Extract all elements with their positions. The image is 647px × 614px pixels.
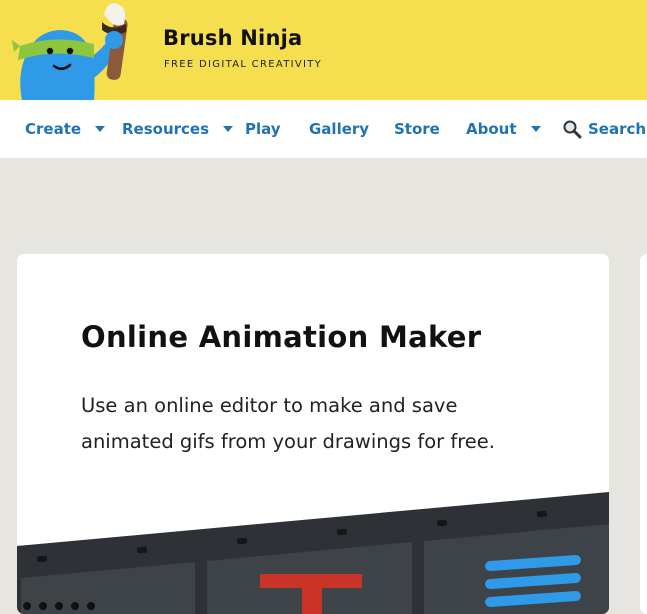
ninja-mascot-icon[interactable] — [10, 0, 140, 100]
page-title: Online Animation Maker — [81, 320, 482, 354]
hero-card: Online Animation Maker Use an online edi… — [17, 254, 609, 614]
nav-search[interactable]: Search — [562, 100, 646, 158]
site-header: Brush Ninja FREE DIGITAL CREATIVITY — [0, 0, 647, 100]
nav-gallery-label: Gallery — [309, 120, 370, 138]
nav-about-label: About — [466, 120, 517, 138]
nav-resources-label: Resources — [122, 120, 210, 138]
nav-store-label: Store — [394, 120, 440, 138]
nav-play[interactable]: Play — [245, 100, 281, 158]
chevron-down-icon — [223, 126, 234, 132]
magnifier-icon — [563, 120, 582, 139]
next-card-edge — [640, 254, 647, 614]
nav-search-label: Search — [588, 120, 647, 138]
nav-gallery[interactable]: Gallery — [309, 100, 369, 158]
nav-play-label: Play — [245, 120, 281, 138]
nav-store[interactable]: Store — [394, 100, 440, 158]
nav-about[interactable]: About — [466, 100, 541, 158]
nav-resources[interactable]: Resources — [122, 100, 234, 158]
nav-create-label: Create — [25, 120, 82, 138]
nav-create[interactable]: Create — [25, 100, 106, 158]
chevron-down-icon — [530, 126, 541, 132]
chevron-down-icon — [95, 126, 106, 132]
film-strip-icon — [17, 492, 609, 614]
brand-tagline: FREE DIGITAL CREATIVITY — [164, 59, 323, 70]
hero-description: Use an online editor to make and save an… — [81, 394, 495, 453]
main-nav: Create Resources Play Gallery Store Abou… — [0, 100, 647, 158]
brand-name[interactable]: Brush Ninja — [163, 26, 302, 50]
